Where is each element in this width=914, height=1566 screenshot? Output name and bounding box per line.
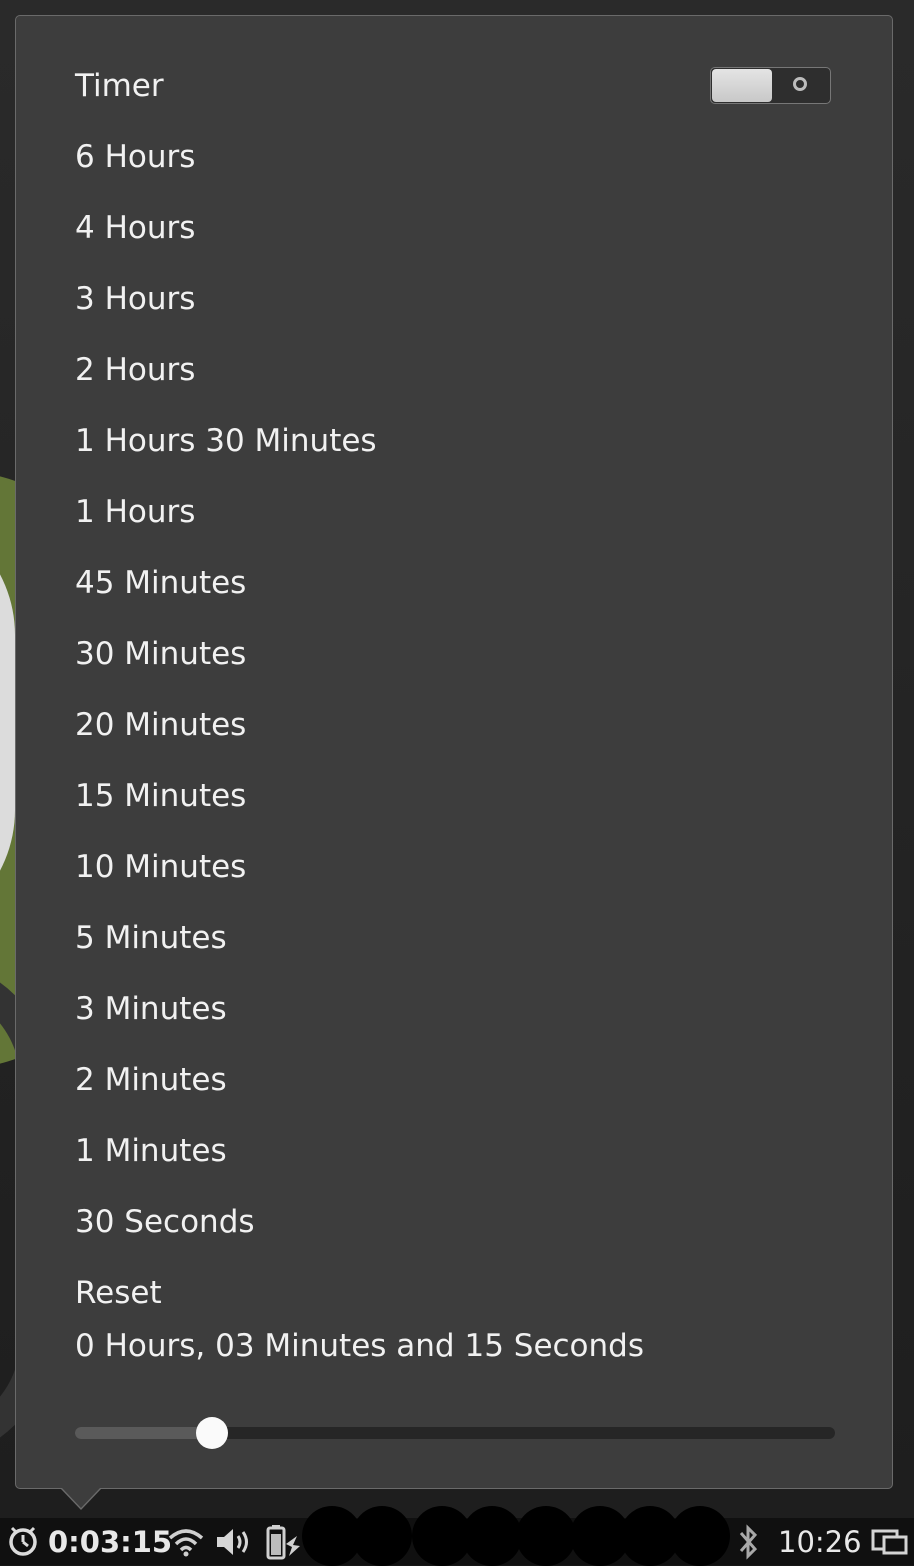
menu-item-label: 1 Hours 30 Minutes (75, 422, 377, 459)
menu-item-label: 30 Minutes (75, 635, 247, 672)
menu-item-label: 30 Seconds (75, 1203, 255, 1240)
menu-item-label: 6 Hours (75, 138, 196, 175)
preset-item-10-minutes[interactable]: 10 Minutes (16, 831, 892, 902)
preset-item-6-hours[interactable]: 6 Hours (16, 121, 892, 192)
preset-item-4-hours[interactable]: 4 Hours (16, 192, 892, 263)
timer-applet-value: 0:03:15 (48, 1524, 173, 1559)
switch-knob (712, 69, 772, 102)
menu-item-label: Reset (75, 1274, 162, 1311)
preset-item-15-minutes[interactable]: 15 Minutes (16, 760, 892, 831)
popup-arrow (62, 1488, 100, 1508)
timer-switch[interactable] (710, 67, 831, 104)
menu-item-label: 45 Minutes (75, 564, 247, 601)
menu-item-label: 3 Hours (75, 280, 196, 317)
remaining-time-text: 0 Hours, 03 Minutes and 15 Seconds (75, 1328, 645, 1364)
preset-item-1-hours-30-minutes[interactable]: 1 Hours 30 Minutes (16, 405, 892, 476)
timer-applet[interactable]: 0:03:15 (6, 1518, 172, 1565)
redacted-region (516, 1506, 576, 1566)
reset-menu-item[interactable]: Reset (16, 1257, 892, 1328)
alarm-clock-icon (6, 1522, 40, 1562)
redacted-region (352, 1506, 412, 1566)
preset-item-45-minutes[interactable]: 45 Minutes (16, 547, 892, 618)
timer-label: Timer (75, 67, 164, 104)
menu-item-label: 2 Minutes (75, 1061, 227, 1098)
volume-icon[interactable] (214, 1518, 254, 1565)
clock[interactable]: 10:26 (778, 1518, 862, 1565)
timer-popup-menu: Timer 6 Hours 4 Hours 3 Hours 2 Hours 1 Hour… (15, 15, 893, 1489)
bluetooth-icon[interactable] (734, 1518, 762, 1565)
preset-item-5-minutes[interactable]: 5 Minutes (16, 902, 892, 973)
preset-item-3-hours[interactable]: 3 Hours (16, 263, 892, 334)
slider-thumb[interactable] (196, 1417, 228, 1449)
menu-item-label: 3 Minutes (75, 990, 227, 1027)
switch-off-indicator (793, 77, 807, 91)
menu-item-label: 2 Hours (75, 351, 196, 388)
clock-time: 10:26 (778, 1524, 862, 1559)
preset-item-30-minutes[interactable]: 30 Minutes (16, 618, 892, 689)
menu-item-label: 1 Hours (75, 493, 196, 530)
timer-slider[interactable] (75, 1417, 835, 1449)
preset-item-30-seconds[interactable]: 30 Seconds (16, 1186, 892, 1257)
wifi-icon[interactable] (168, 1518, 204, 1565)
preset-item-20-minutes[interactable]: 20 Minutes (16, 689, 892, 760)
preset-item-1-minutes[interactable]: 1 Minutes (16, 1115, 892, 1186)
battery-icon[interactable] (264, 1518, 304, 1565)
redacted-region (462, 1506, 522, 1566)
menu-item-label: 10 Minutes (75, 848, 247, 885)
menu-item-label: 1 Minutes (75, 1132, 227, 1169)
preset-item-3-minutes[interactable]: 3 Minutes (16, 973, 892, 1044)
menu-item-label: 4 Hours (75, 209, 196, 246)
preset-item-1-hours[interactable]: 1 Hours (16, 476, 892, 547)
redacted-region (670, 1506, 730, 1566)
menu-item-label: 5 Minutes (75, 919, 227, 956)
menu-item-label: 20 Minutes (75, 706, 247, 743)
menu-item-label: 15 Minutes (75, 777, 247, 814)
slider-fill (75, 1427, 212, 1439)
preset-item-2-minutes[interactable]: 2 Minutes (16, 1044, 892, 1115)
show-desktop-icon[interactable] (870, 1518, 908, 1565)
preset-item-2-hours[interactable]: 2 Hours (16, 334, 892, 405)
